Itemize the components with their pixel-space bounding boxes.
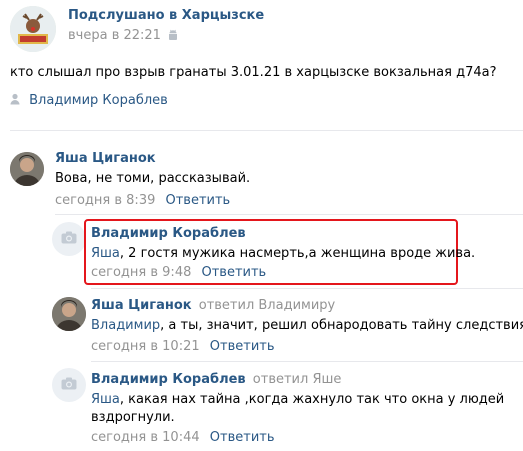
post-divider [10,130,523,131]
replied-to[interactable]: ответил Владимиру [199,298,335,313]
comment-avatar[interactable] [52,297,86,331]
comment-divider [91,361,523,362]
comment-avatar[interactable] [52,222,86,256]
comment-mention[interactable]: Яша [91,392,120,407]
comment-text: Владимир, а ты, значит, решил обнародова… [91,318,523,333]
group-avatar[interactable] [10,6,56,52]
comment-time[interactable]: сегодня в 10:21 [91,339,200,354]
comment-mention[interactable]: Яша [91,246,120,261]
comment-author[interactable]: Владимир Кораблев [91,226,246,241]
comment-meta: сегодня в 10:21 Ответить [91,339,275,354]
post-time[interactable]: вчера в 22:21 [68,28,178,45]
comment-body: , какая нах тайна ,когда жахнуло так что… [119,392,505,407]
comment-text: Яша, какая нах тайна ,когда жахнуло так … [91,392,504,407]
comment-author[interactable]: Яша Циганок [91,298,192,313]
user-icon [10,93,20,109]
comment-text-line2: вздрогнули. [91,410,175,425]
comment-header: Яша Циганок ответил Владимиру [91,298,335,313]
group-name[interactable]: Подслушано в Харцызске [68,8,264,23]
group-avatar-icon [10,6,56,52]
replied-to[interactable]: ответил Яше [253,372,342,387]
post-time-text[interactable]: вчера в 22:21 [68,28,161,43]
comment-time[interactable]: сегодня в 8:39 [55,193,155,208]
reply-button[interactable]: Ответить [210,430,275,445]
post-signer[interactable]: Владимир Кораблев [10,93,168,109]
user-photo [52,297,86,331]
comment-avatar[interactable] [10,152,44,186]
comment-divider [55,214,523,215]
comment-author[interactable]: Владимир Кораблев [91,372,246,387]
comment-text: Яша, 2 гостя мужика насмерть,а женщина в… [91,246,475,261]
reply-button[interactable]: Ответить [210,339,275,354]
comment-avatar[interactable] [52,368,86,402]
post-text: кто слышал про взрыв гранаты 3.01.21 в х… [10,65,497,80]
camera-icon [61,377,77,394]
comment-header: Владимир Кораблев ответил Яше [91,372,341,387]
comment-text: Вова, не томи, рассказывай. [55,171,251,186]
comment-body: , 2 гостя мужика насмерть,а женщина врод… [119,246,476,261]
comment-time[interactable]: сегодня в 9:48 [91,265,191,280]
android-icon [168,29,178,45]
post-signer-name[interactable]: Владимир Кораблев [29,93,168,108]
comment-divider [91,288,523,289]
camera-icon [61,231,77,248]
comment-author[interactable]: Яша Циганок [55,151,156,166]
reply-button[interactable]: Ответить [166,193,231,208]
comment-time[interactable]: сегодня в 10:44 [91,430,200,445]
comment-mention[interactable]: Владимир [91,318,160,333]
reply-button[interactable]: Ответить [202,265,267,280]
comment-body: , а ты, значит, решил обнародовать тайну… [160,318,523,333]
comment-meta: сегодня в 10:44 Ответить [91,430,275,445]
comment-meta: сегодня в 9:48 Ответить [91,265,266,280]
user-photo [10,152,44,186]
comment-meta: сегодня в 8:39 Ответить [55,193,230,208]
